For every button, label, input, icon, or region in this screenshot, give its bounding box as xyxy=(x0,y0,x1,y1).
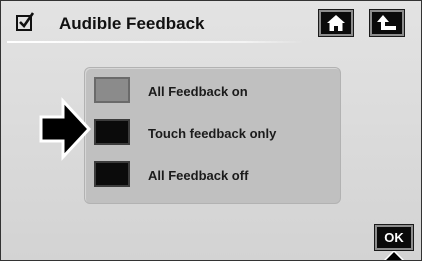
option-selector[interactable] xyxy=(94,119,130,145)
pointer-arrow-icon xyxy=(39,97,92,161)
feedback-options-panel: All Feedback on Touch feedback only All … xyxy=(85,68,340,203)
option-label: All Feedback on xyxy=(148,84,248,99)
ok-button[interactable]: OK xyxy=(375,225,413,250)
screen: Audible Feedback All Feedback on Touch f… xyxy=(0,0,422,261)
back-button[interactable] xyxy=(370,10,404,36)
home-icon xyxy=(327,15,345,31)
header-divider xyxy=(7,41,303,43)
option-selector[interactable] xyxy=(94,161,130,187)
option-all-feedback-on[interactable]: All Feedback on xyxy=(85,74,340,108)
option-selector[interactable] xyxy=(94,77,130,103)
home-button[interactable] xyxy=(319,10,353,36)
ok-pointer-arrow-icon xyxy=(383,251,405,260)
return-arrow-icon xyxy=(377,15,396,30)
checkbox-icon xyxy=(16,12,35,31)
option-label: All Feedback off xyxy=(148,168,249,183)
option-touch-feedback-only[interactable]: Touch feedback only xyxy=(85,116,340,150)
page-title: Audible Feedback xyxy=(59,14,205,33)
option-label: Touch feedback only xyxy=(148,126,277,141)
option-all-feedback-off[interactable]: All Feedback off xyxy=(85,158,340,192)
